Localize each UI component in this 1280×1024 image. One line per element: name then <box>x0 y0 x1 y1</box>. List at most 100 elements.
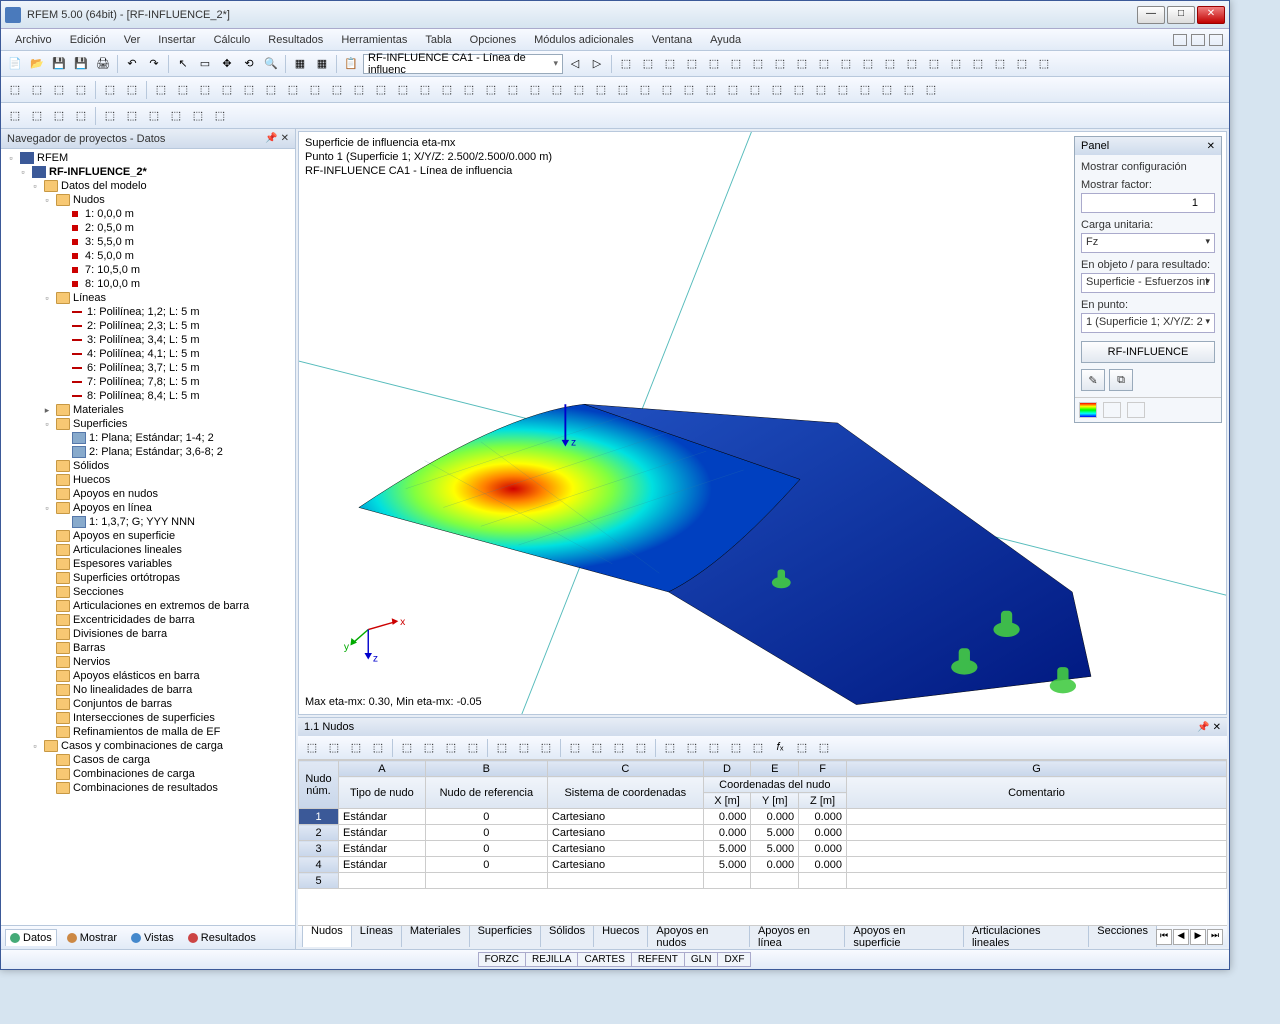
tree-item[interactable]: Secciones <box>1 585 295 599</box>
new-icon[interactable]: 📄 <box>5 54 25 74</box>
tb2-w-icon[interactable]: ⬚ <box>635 80 655 100</box>
tree-item[interactable]: Articulaciones en extremos de barra <box>1 599 295 613</box>
tb2-v-icon[interactable]: ⬚ <box>613 80 633 100</box>
loadcase-combo[interactable]: RF-INFLUENCE CA1 - Línea de influenc <box>363 54 563 74</box>
navigator-tree[interactable]: ▫RFEM ▫RF-INFLUENCE_2* ▫Datos del modelo… <box>1 149 295 925</box>
table-tab[interactable]: Sólidos <box>540 925 594 947</box>
ttb-m-icon[interactable]: ⬚ <box>587 738 607 758</box>
tree-item[interactable]: 1: Polilínea; 1,2; L: 5 m <box>1 305 295 319</box>
next-icon[interactable]: ▷ <box>587 54 607 74</box>
status-refent[interactable]: REFENT <box>631 952 685 967</box>
table-tab[interactable]: Líneas <box>351 925 402 947</box>
select-icon[interactable]: ▭ <box>195 54 215 74</box>
tree-item[interactable]: 1: 0,0,0 m <box>1 207 295 221</box>
tab-last-icon[interactable]: ⏭ <box>1207 929 1223 945</box>
data-grid[interactable]: Nudo núm. A B C D E F G Tipo de nudo Nud… <box>298 760 1227 925</box>
status-gln[interactable]: GLN <box>684 952 719 967</box>
tb2-l-icon[interactable]: ⬚ <box>393 80 413 100</box>
tool-e-icon[interactable]: ⬚ <box>704 54 724 74</box>
ttb-l-icon[interactable]: ⬚ <box>565 738 585 758</box>
menu-resultados[interactable]: Resultados <box>260 32 331 48</box>
tb2-u-icon[interactable]: ⬚ <box>591 80 611 100</box>
table-row[interactable]: 3Estándar0Cartesiano5.0005.0000.000 <box>299 841 1227 857</box>
tool-j-icon[interactable]: ⬚ <box>814 54 834 74</box>
tb2-aa-icon[interactable]: ⬚ <box>723 80 743 100</box>
tb2-x-icon[interactable]: ⬚ <box>657 80 677 100</box>
table-tab[interactable]: Articulaciones lineales <box>963 925 1089 947</box>
menu-edicion[interactable]: Edición <box>62 32 114 48</box>
tb2-ad-icon[interactable]: ⬚ <box>789 80 809 100</box>
pin-icon[interactable]: 📌 ✕ <box>265 133 289 144</box>
carga-select[interactable]: Fz <box>1081 233 1215 253</box>
table-row[interactable]: 2Estándar0Cartesiano0.0005.0000.000 <box>299 825 1227 841</box>
tree-item[interactable]: 4: Polilínea; 4,1; L: 5 m <box>1 347 295 361</box>
rf-influence-button[interactable]: RF-INFLUENCE <box>1081 341 1215 363</box>
tool-h-icon[interactable]: ⬚ <box>770 54 790 74</box>
tb3-j-icon[interactable]: ⬚ <box>210 106 230 126</box>
tb2-s-icon[interactable]: ⬚ <box>547 80 567 100</box>
tb2-k-icon[interactable]: ⬚ <box>371 80 391 100</box>
ttb-p-icon[interactable]: ⬚ <box>660 738 680 758</box>
tb2-q-icon[interactable]: ⬚ <box>503 80 523 100</box>
tool-i-icon[interactable]: ⬚ <box>792 54 812 74</box>
ttb-r-icon[interactable]: ⬚ <box>704 738 724 758</box>
tb3-a-icon[interactable]: ⬚ <box>5 106 25 126</box>
tool-l-icon[interactable]: ⬚ <box>858 54 878 74</box>
tb2-ac-icon[interactable]: ⬚ <box>767 80 787 100</box>
mdi-minimize-icon[interactable] <box>1173 34 1187 46</box>
tb2-ah-icon[interactable]: ⬚ <box>877 80 897 100</box>
tb2-g-icon[interactable]: ⬚ <box>283 80 303 100</box>
panel-options-icon[interactable]: ⧉ <box>1109 369 1133 391</box>
tree-item[interactable]: 3: 5,5,0 m <box>1 235 295 249</box>
menu-ayuda[interactable]: Ayuda <box>702 32 749 48</box>
view-x-icon[interactable]: ⬚ <box>27 80 47 100</box>
panel-filter-icon[interactable] <box>1103 402 1121 418</box>
ttb-i-icon[interactable]: ⬚ <box>492 738 512 758</box>
shade-icon[interactable]: ⬚ <box>122 80 142 100</box>
panel-close-icon[interactable]: ✕ <box>1207 141 1215 152</box>
tree-item[interactable]: Combinaciones de resultados <box>1 781 295 795</box>
status-rejilla[interactable]: REJILLA <box>525 952 578 967</box>
tab-next-icon[interactable]: ▶ <box>1190 929 1206 945</box>
tb2-ai-icon[interactable]: ⬚ <box>899 80 919 100</box>
panel-info-icon[interactable] <box>1127 402 1145 418</box>
table-tab[interactable]: Huecos <box>593 925 648 947</box>
tree-item[interactable]: No linealidades de barra <box>1 683 295 697</box>
tree-item[interactable]: 6: Polilínea; 3,7; L: 5 m <box>1 361 295 375</box>
tb2-o-icon[interactable]: ⬚ <box>459 80 479 100</box>
tree-item[interactable]: Refinamientos de malla de EF <box>1 725 295 739</box>
menu-tabla[interactable]: Tabla <box>417 32 459 48</box>
tree-item[interactable]: 4: 5,0,0 m <box>1 249 295 263</box>
table-tab[interactable]: Apoyos en superficie <box>844 925 964 947</box>
tb2-p-icon[interactable]: ⬚ <box>481 80 501 100</box>
snap-icon[interactable]: ▦ <box>312 54 332 74</box>
tool-n-icon[interactable]: ⬚ <box>902 54 922 74</box>
ttb-b-icon[interactable]: ⬚ <box>324 738 344 758</box>
menu-modulos[interactable]: Módulos adicionales <box>526 32 642 48</box>
tb2-ae-icon[interactable]: ⬚ <box>811 80 831 100</box>
tree-item[interactable]: Conjuntos de barras <box>1 697 295 711</box>
ttb-h-icon[interactable]: ⬚ <box>463 738 483 758</box>
tb2-t-icon[interactable]: ⬚ <box>569 80 589 100</box>
tool-d-icon[interactable]: ⬚ <box>682 54 702 74</box>
tb3-i-icon[interactable]: ⬚ <box>188 106 208 126</box>
ttb-g-icon[interactable]: ⬚ <box>441 738 461 758</box>
ttb-q-icon[interactable]: ⬚ <box>682 738 702 758</box>
tb2-j-icon[interactable]: ⬚ <box>349 80 369 100</box>
ttb-k-icon[interactable]: ⬚ <box>536 738 556 758</box>
tree-item[interactable]: Divisiones de barra <box>1 627 295 641</box>
tree-item[interactable]: 1: 1,3,7; G; YYY NNN <box>1 515 295 529</box>
nav-tab-datos[interactable]: Datos <box>5 929 57 946</box>
mdi-close-icon[interactable] <box>1209 34 1223 46</box>
tb2-b-icon[interactable]: ⬚ <box>173 80 193 100</box>
ttb-d-icon[interactable]: ⬚ <box>368 738 388 758</box>
menu-archivo[interactable]: Archivo <box>7 32 60 48</box>
menu-insertar[interactable]: Insertar <box>150 32 203 48</box>
save-icon[interactable]: 💾 <box>49 54 69 74</box>
status-forzc[interactable]: FORZC <box>478 952 526 967</box>
tool-q-icon[interactable]: ⬚ <box>968 54 988 74</box>
tree-item[interactable]: Sólidos <box>1 459 295 473</box>
menu-calculo[interactable]: Cálculo <box>206 32 259 48</box>
punto-select[interactable]: 1 (Superficie 1; X/Y/Z: 2 <box>1081 313 1215 333</box>
tb3-d-icon[interactable]: ⬚ <box>71 106 91 126</box>
